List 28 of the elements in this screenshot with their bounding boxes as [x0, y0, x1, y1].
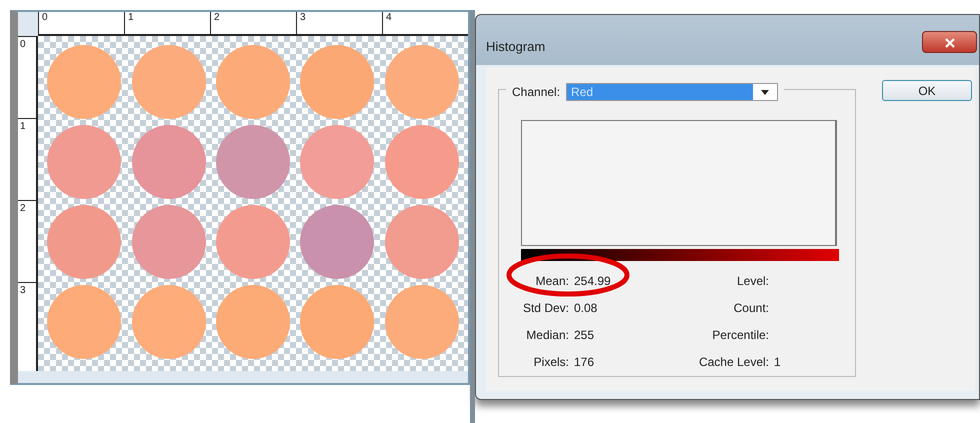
- stat-label: Percentile:: [711, 327, 769, 344]
- ruler-label: 0: [18, 36, 36, 118]
- stat-value: 255: [574, 327, 596, 344]
- stat-label: Count:: [732, 300, 769, 317]
- stat-value: 1: [774, 354, 782, 371]
- window-title: Histogram: [486, 38, 546, 56]
- stat-value: 254.99: [574, 273, 612, 290]
- stat-label: Mean:: [534, 273, 569, 290]
- channel-label: Channel:: [512, 84, 560, 101]
- stat-label: Std Dev:: [522, 300, 569, 317]
- ok-button[interactable]: OK: [882, 80, 972, 101]
- ruler-label: 3: [296, 12, 382, 34]
- close-icon: [944, 38, 954, 48]
- ruler-label: 4: [382, 12, 468, 34]
- stat-label: Cache Level:: [698, 354, 769, 371]
- stat-value: 176: [574, 354, 596, 371]
- ruler-label: 2: [18, 200, 36, 282]
- ruler-label: 0: [38, 12, 124, 34]
- stat-label: Pixels:: [532, 354, 569, 371]
- stat-label: Level:: [736, 273, 769, 290]
- stat-label: Median:: [525, 327, 569, 344]
- close-button[interactable]: [922, 31, 977, 53]
- ruler-label: 3: [18, 282, 36, 364]
- dropdown-arrow-icon: [761, 90, 770, 94]
- ruler-label: 1: [124, 12, 210, 34]
- stat-value: 0.08: [574, 300, 598, 317]
- ruler-label: 1: [18, 118, 36, 200]
- ruler-label: 2: [210, 12, 296, 34]
